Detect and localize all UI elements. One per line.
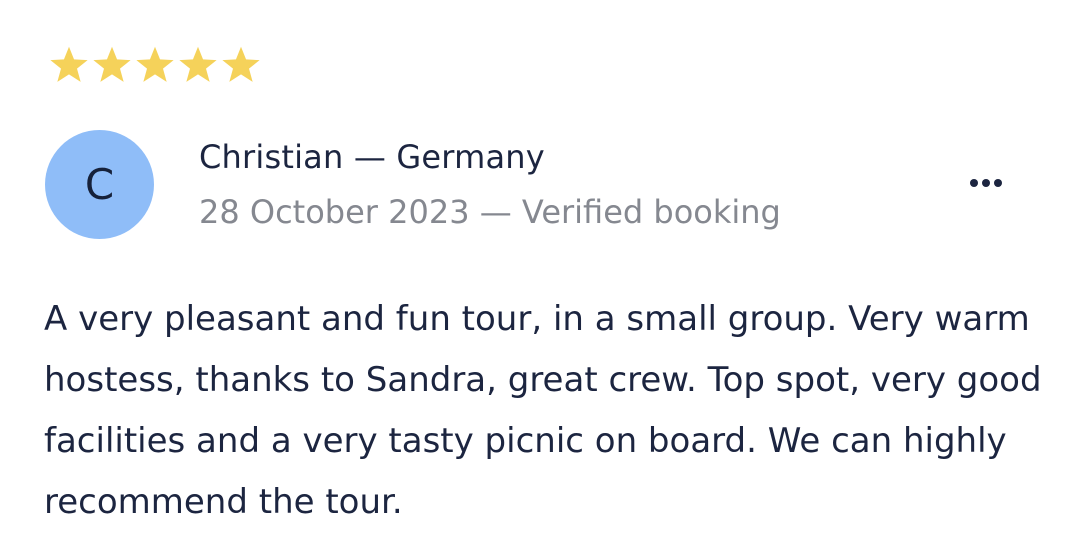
star-icon (177, 45, 219, 85)
star-icon (91, 45, 133, 85)
star-icon (134, 45, 176, 85)
review-card: C Christian — Germany 28 October 2023 — … (0, 0, 1079, 557)
star-rating (48, 45, 262, 85)
reviewer-name: Christian — Germany (199, 138, 545, 176)
star-icon (48, 45, 90, 85)
more-options-button[interactable] (962, 166, 1010, 200)
star-icon (220, 45, 262, 85)
review-meta: 28 October 2023 — Verified booking (199, 193, 781, 231)
avatar-initial: C (84, 160, 115, 209)
more-horizontal-icon (968, 178, 1004, 188)
avatar: C (45, 130, 154, 239)
review-text: A very pleasant and fun tour, in a small… (44, 299, 1042, 522)
